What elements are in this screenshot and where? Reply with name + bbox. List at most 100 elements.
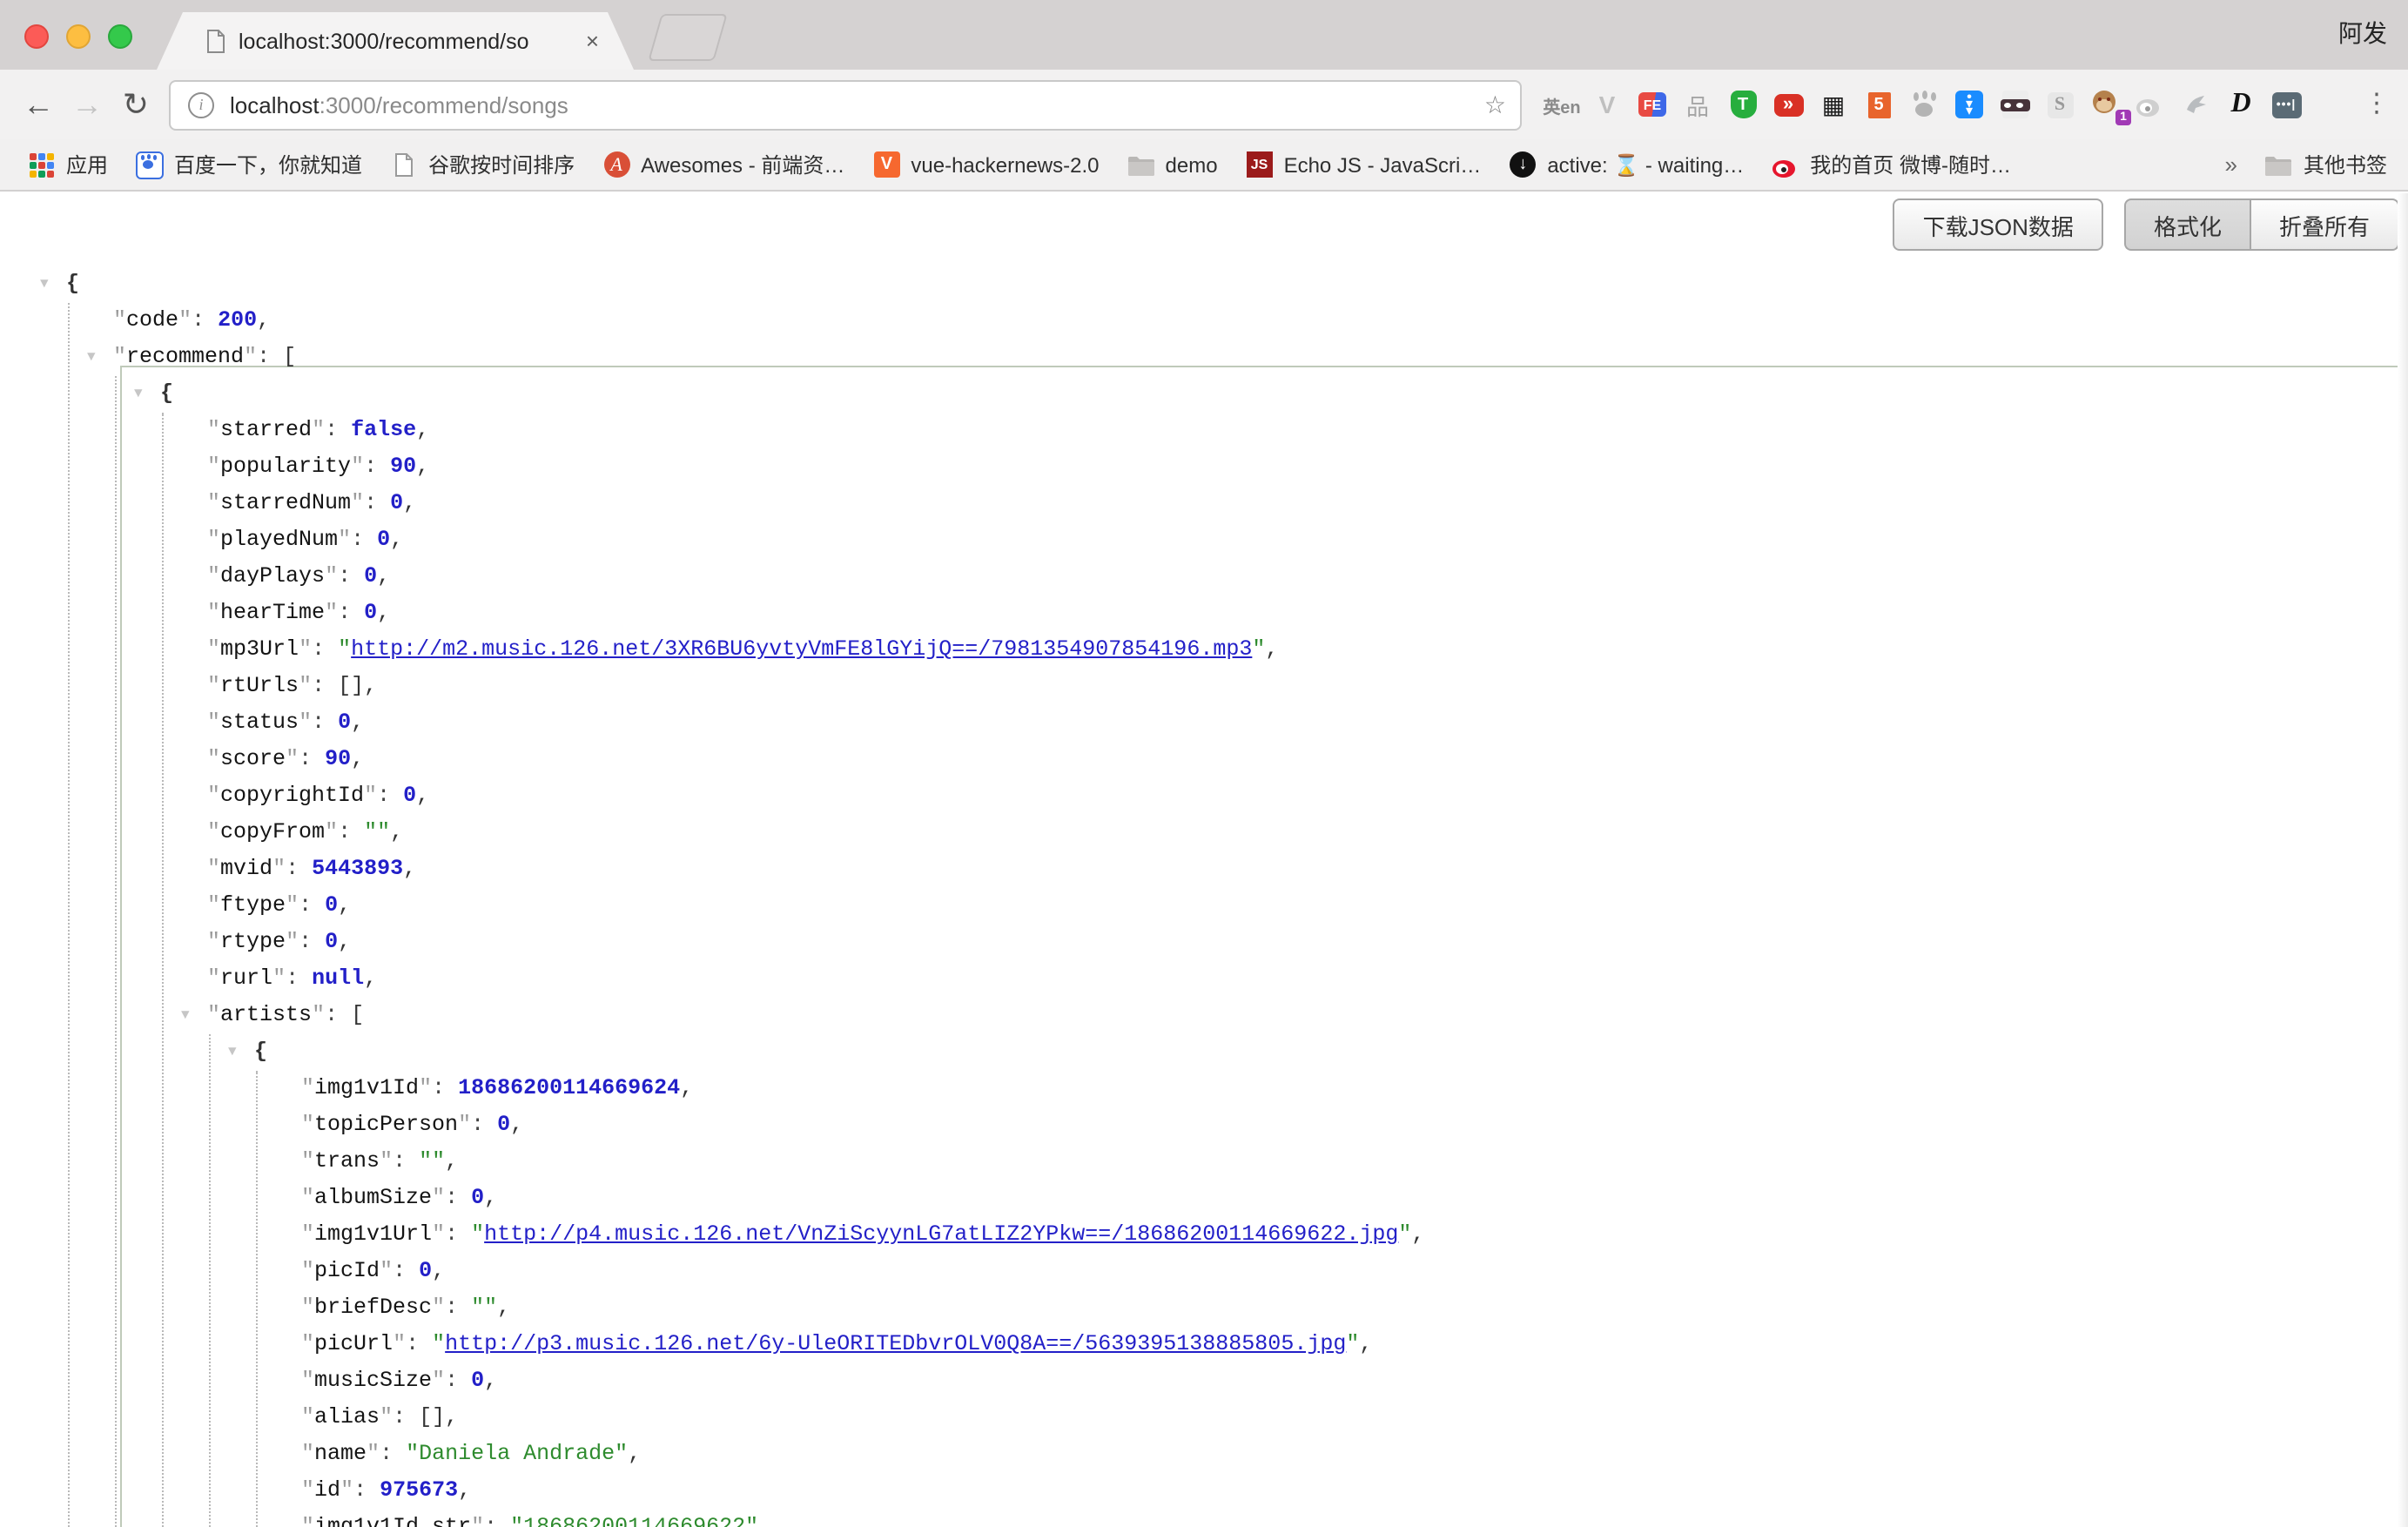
json-key: starred <box>220 418 312 442</box>
json-key: picId <box>314 1259 380 1283</box>
json-key: img1v1Url <box>314 1222 432 1247</box>
json-value: "18686200114669622" <box>510 1515 758 1527</box>
json-key: score <box>220 747 286 771</box>
json-key: trans <box>314 1149 380 1174</box>
bookmark-item[interactable]: Vvue-hackernews-2.0 <box>872 151 1099 178</box>
json-key: name <box>314 1442 367 1466</box>
json-line: "code": 200, <box>0 303 2408 340</box>
page-favicon-icon <box>205 29 226 53</box>
json-line: "score": 90, <box>0 742 2408 778</box>
json-value: 0 <box>419 1259 432 1283</box>
json-value: 0 <box>325 893 338 918</box>
download-helper-icon[interactable]: •▾▾ <box>1947 87 1992 122</box>
json-line: ▼"artists": [ <box>0 998 2408 1034</box>
json-link[interactable]: http://m2.music.126.net/3XR6BU6yvtyVmFE8… <box>351 637 1252 662</box>
json-key: img1v1Id_str <box>314 1515 471 1527</box>
minimize-window-button[interactable] <box>66 24 91 49</box>
json-link[interactable]: http://p4.music.126.net/VnZiScyynLG7atLI… <box>484 1222 1398 1247</box>
json-key: recommend <box>126 345 244 369</box>
new-tab-button[interactable] <box>648 14 727 61</box>
bookmark-item[interactable]: AAwesomes - 前端资… <box>602 150 844 179</box>
bookmark-item[interactable]: 百度一下，你就知道 <box>136 150 362 179</box>
other-bookmarks-folder[interactable]: 其他书签 <box>2265 150 2387 179</box>
html5-player-icon[interactable]: 5 <box>1856 87 1901 122</box>
s-extension-icon[interactable]: S <box>2037 87 2082 122</box>
collapse-triangle-icon[interactable]: ▼ <box>40 266 49 303</box>
bookmark-star-icon[interactable]: ☆ <box>1484 91 1506 120</box>
bookmarks-overflow-icon[interactable]: » <box>2225 151 2237 178</box>
json-value: 0 <box>325 930 338 954</box>
dash-extension-icon[interactable]: D <box>2218 87 2263 122</box>
incognito-mask-icon[interactable] <box>1992 87 2037 122</box>
bookmark-item[interactable]: 谷歌按时间排序 <box>390 150 575 179</box>
down-circle-icon: ↓ <box>1509 151 1537 178</box>
json-line: "hearTime": 0, <box>0 595 2408 632</box>
bookmark-label: 百度一下，你就知道 <box>174 150 362 179</box>
sitemap-extension-icon[interactable]: 品 <box>1675 87 1720 122</box>
password-extension-icon[interactable]: •••| <box>2263 87 2309 122</box>
back-icon[interactable]: ← <box>17 84 59 125</box>
browser-menu-icon[interactable]: ⋮ <box>2359 84 2394 125</box>
apps-grid-icon <box>28 151 56 178</box>
json-key: rtype <box>220 930 286 954</box>
info-icon[interactable]: i <box>188 92 214 118</box>
bookmark-item[interactable]: ↓ active: ⌛ - waiting… <box>1509 151 1744 178</box>
json-key: mp3Url <box>220 637 299 662</box>
bookmark-item[interactable]: 我的首页 微博-随时… <box>1772 150 2011 179</box>
paw-extension-icon[interactable] <box>1901 87 1947 122</box>
collapse-triangle-icon[interactable]: ▼ <box>134 376 143 413</box>
json-value: 0 <box>471 1186 484 1210</box>
collapse-triangle-icon[interactable]: ▼ <box>87 340 96 376</box>
json-line: "alias": [], <box>0 1400 2408 1436</box>
fe-extension-icon[interactable]: FE <box>1630 87 1675 122</box>
bookmark-item[interactable]: demo <box>1127 151 1218 178</box>
page-icon <box>390 151 418 178</box>
json-value: 90 <box>325 747 351 771</box>
profile-name[interactable]: 阿发 <box>2338 16 2387 50</box>
json-value: 0 <box>364 564 377 589</box>
json-key: hearTime <box>220 601 325 625</box>
json-key: code <box>126 308 178 333</box>
collapse-triangle-icon[interactable]: ▼ <box>181 998 190 1034</box>
browser-tab[interactable]: localhost:3000/recommend/so × <box>157 12 634 70</box>
tab-strip: localhost:3000/recommend/so × 阿发 <box>0 0 2408 70</box>
translate-extension-icon[interactable]: 英en <box>1539 87 1584 122</box>
json-link[interactable]: http://p3.music.126.net/6y-UleORITEDbvrO… <box>445 1332 1346 1356</box>
close-window-button[interactable] <box>24 24 49 49</box>
json-line: "starredNum": 0, <box>0 486 2408 522</box>
reload-icon[interactable]: ↻ <box>115 84 157 125</box>
json-value: 5443893 <box>312 857 403 881</box>
tampermonkey-shield-icon[interactable]: T <box>1720 87 1766 122</box>
tab-close-icon[interactable]: × <box>586 30 599 52</box>
json-key: popularity <box>220 454 351 479</box>
vimium-extension-icon[interactable]: V <box>1584 87 1630 122</box>
weibo-gray-icon[interactable] <box>2128 87 2173 122</box>
hummingbird-icon[interactable] <box>2173 87 2218 122</box>
zoom-window-button[interactable] <box>108 24 132 49</box>
bookmark-label: 应用 <box>66 150 108 179</box>
json-value: false <box>351 418 416 442</box>
bookmark-item[interactable]: 应用 <box>28 150 108 179</box>
url-bar[interactable]: i localhost :3000/recommend/songs ☆ <box>169 80 1522 131</box>
json-key: rtUrls <box>220 674 299 698</box>
bookmark-label: active: ⌛ - waiting… <box>1547 152 1744 177</box>
json-key: musicSize <box>314 1369 432 1393</box>
json-value: 0 <box>403 784 416 808</box>
vue-v-icon: V <box>872 151 900 178</box>
json-line: "mvid": 5443893, <box>0 851 2408 888</box>
bookmark-label: 我的首页 微博-随时… <box>1810 150 2011 179</box>
json-line: "trans": "", <box>0 1144 2408 1181</box>
json-line: "picUrl": "http://p3.music.126.net/6y-Ul… <box>0 1327 2408 1363</box>
monkey-extension-icon[interactable]: 1 <box>2082 87 2128 122</box>
bookmarks-bar: 应用 百度一下，你就知道谷歌按时间排序 AAwesomes - 前端资… Vvue-h… <box>0 139 2408 192</box>
extensions-row: 英enVFE品T»▦5 •▾▾ S1 D•••| <box>1539 84 2309 125</box>
video-speed-icon[interactable]: » <box>1766 87 1811 122</box>
bookmark-item[interactable]: JSEcho JS - JavaScri… <box>1246 151 1482 178</box>
collapse-triangle-icon[interactable]: ▼ <box>228 1034 237 1071</box>
json-line: "popularity": 90, <box>0 449 2408 486</box>
bookmark-label: vue-hackernews-2.0 <box>911 152 1099 177</box>
json-line: "name": "Daniela Andrade", <box>0 1436 2408 1473</box>
qr-code-icon[interactable]: ▦ <box>1811 87 1856 122</box>
json-value: "" <box>471 1295 497 1320</box>
json-line: "musicSize": 0, <box>0 1363 2408 1400</box>
